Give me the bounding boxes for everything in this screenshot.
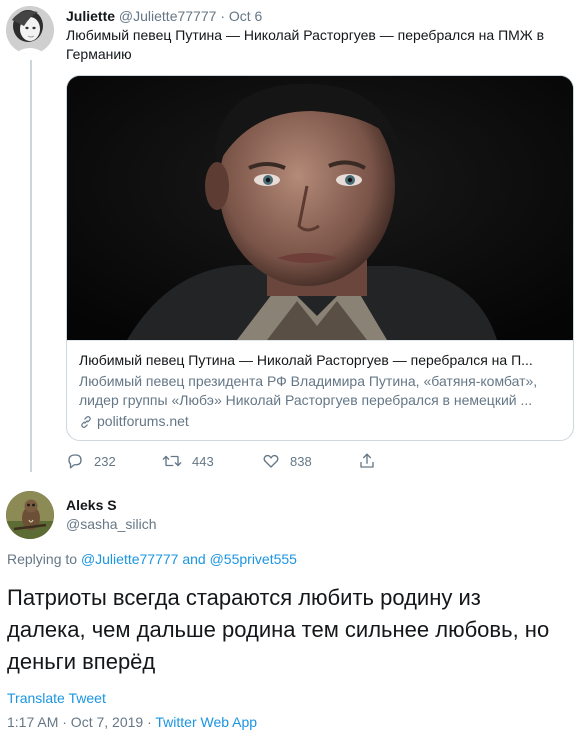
card-domain[interactable]: politforums.net [79, 412, 561, 431]
reply-icon [68, 454, 82, 469]
display-name[interactable]: Aleks S [66, 497, 117, 513]
card-domain-text: politforums.net [97, 413, 189, 429]
card-title[interactable]: Любимый певец Путина — Николай Расторгуе… [79, 351, 561, 370]
link-card[interactable]: Любимый певец Путина — Николай Расторгуе… [66, 75, 574, 441]
translate-tweet-link[interactable]: Translate Tweet [7, 690, 106, 706]
user-handle[interactable]: @sasha_silich [66, 516, 156, 532]
reply-button[interactable]: 232 [66, 452, 116, 470]
retweet-icon [162, 455, 182, 467]
tweet-text-line: далека, чем дальше родина тем сильнее лю… [7, 617, 550, 642]
source-app-link[interactable]: Twitter Web App [155, 714, 257, 730]
like-count: 838 [290, 453, 312, 469]
tweet-text-line: деньги вперёд [7, 649, 156, 674]
like-icon [263, 454, 279, 468]
tweet-juliette[interactable]: Juliette @Juliette77777 · Oct 6 Любимый … [0, 0, 583, 480]
retweet-button[interactable]: 443 [162, 452, 214, 470]
display-name[interactable]: Juliette [66, 8, 115, 24]
replying-prefix: Replying to [7, 551, 78, 567]
card-description-line: лидер группы «Любэ» Николай Расторгуев п… [79, 392, 533, 408]
tweet-aleks[interactable]: Aleks S @sasha_silich Replying to @Julie… [0, 480, 583, 737]
retweet-count: 443 [192, 453, 214, 469]
user-handle[interactable]: @Juliette77777 [119, 8, 217, 24]
timestamp[interactable]: 1:17 AM · Oct 7, 2019 · [7, 714, 152, 730]
tweet-text: Патриоты всегда стараются любить родину … [7, 582, 567, 678]
share-icon [360, 453, 374, 468]
tweet-date[interactable]: Oct 6 [229, 8, 262, 24]
card-body[interactable]: Любимый певец Путина — Николай Расторгуе… [67, 340, 573, 440]
replying-to: Replying to @Juliette77777 and @55privet… [7, 551, 297, 567]
separator: · [220, 8, 225, 24]
tweet-text: Любимый певец Путина — Николай Расторгуе… [66, 27, 545, 62]
like-button[interactable]: 838 [262, 452, 312, 470]
share-button[interactable] [358, 452, 386, 470]
card-image[interactable] [67, 76, 573, 340]
tweet-meta: 1:17 AM · Oct 7, 2019 · Twitter Web App [7, 714, 257, 730]
card-description-line: Любимый певец президента РФ Владимира Пу… [79, 373, 538, 389]
replying-and[interactable]: and [182, 551, 205, 567]
card-description: Любимый певец президента РФ Владимира Пу… [79, 372, 561, 410]
tweet-text-line: Патриоты всегда стараются любить родину … [7, 585, 481, 610]
mention-link[interactable]: @Juliette77777 [81, 551, 179, 567]
avatar[interactable] [6, 491, 54, 539]
avatar[interactable] [6, 6, 54, 54]
link-icon [81, 415, 91, 428]
mention-link[interactable]: @55privet555 [210, 551, 297, 567]
reply-count: 232 [94, 453, 116, 469]
tweet-header: Juliette @Juliette77777 · Oct 6 [66, 7, 262, 25]
